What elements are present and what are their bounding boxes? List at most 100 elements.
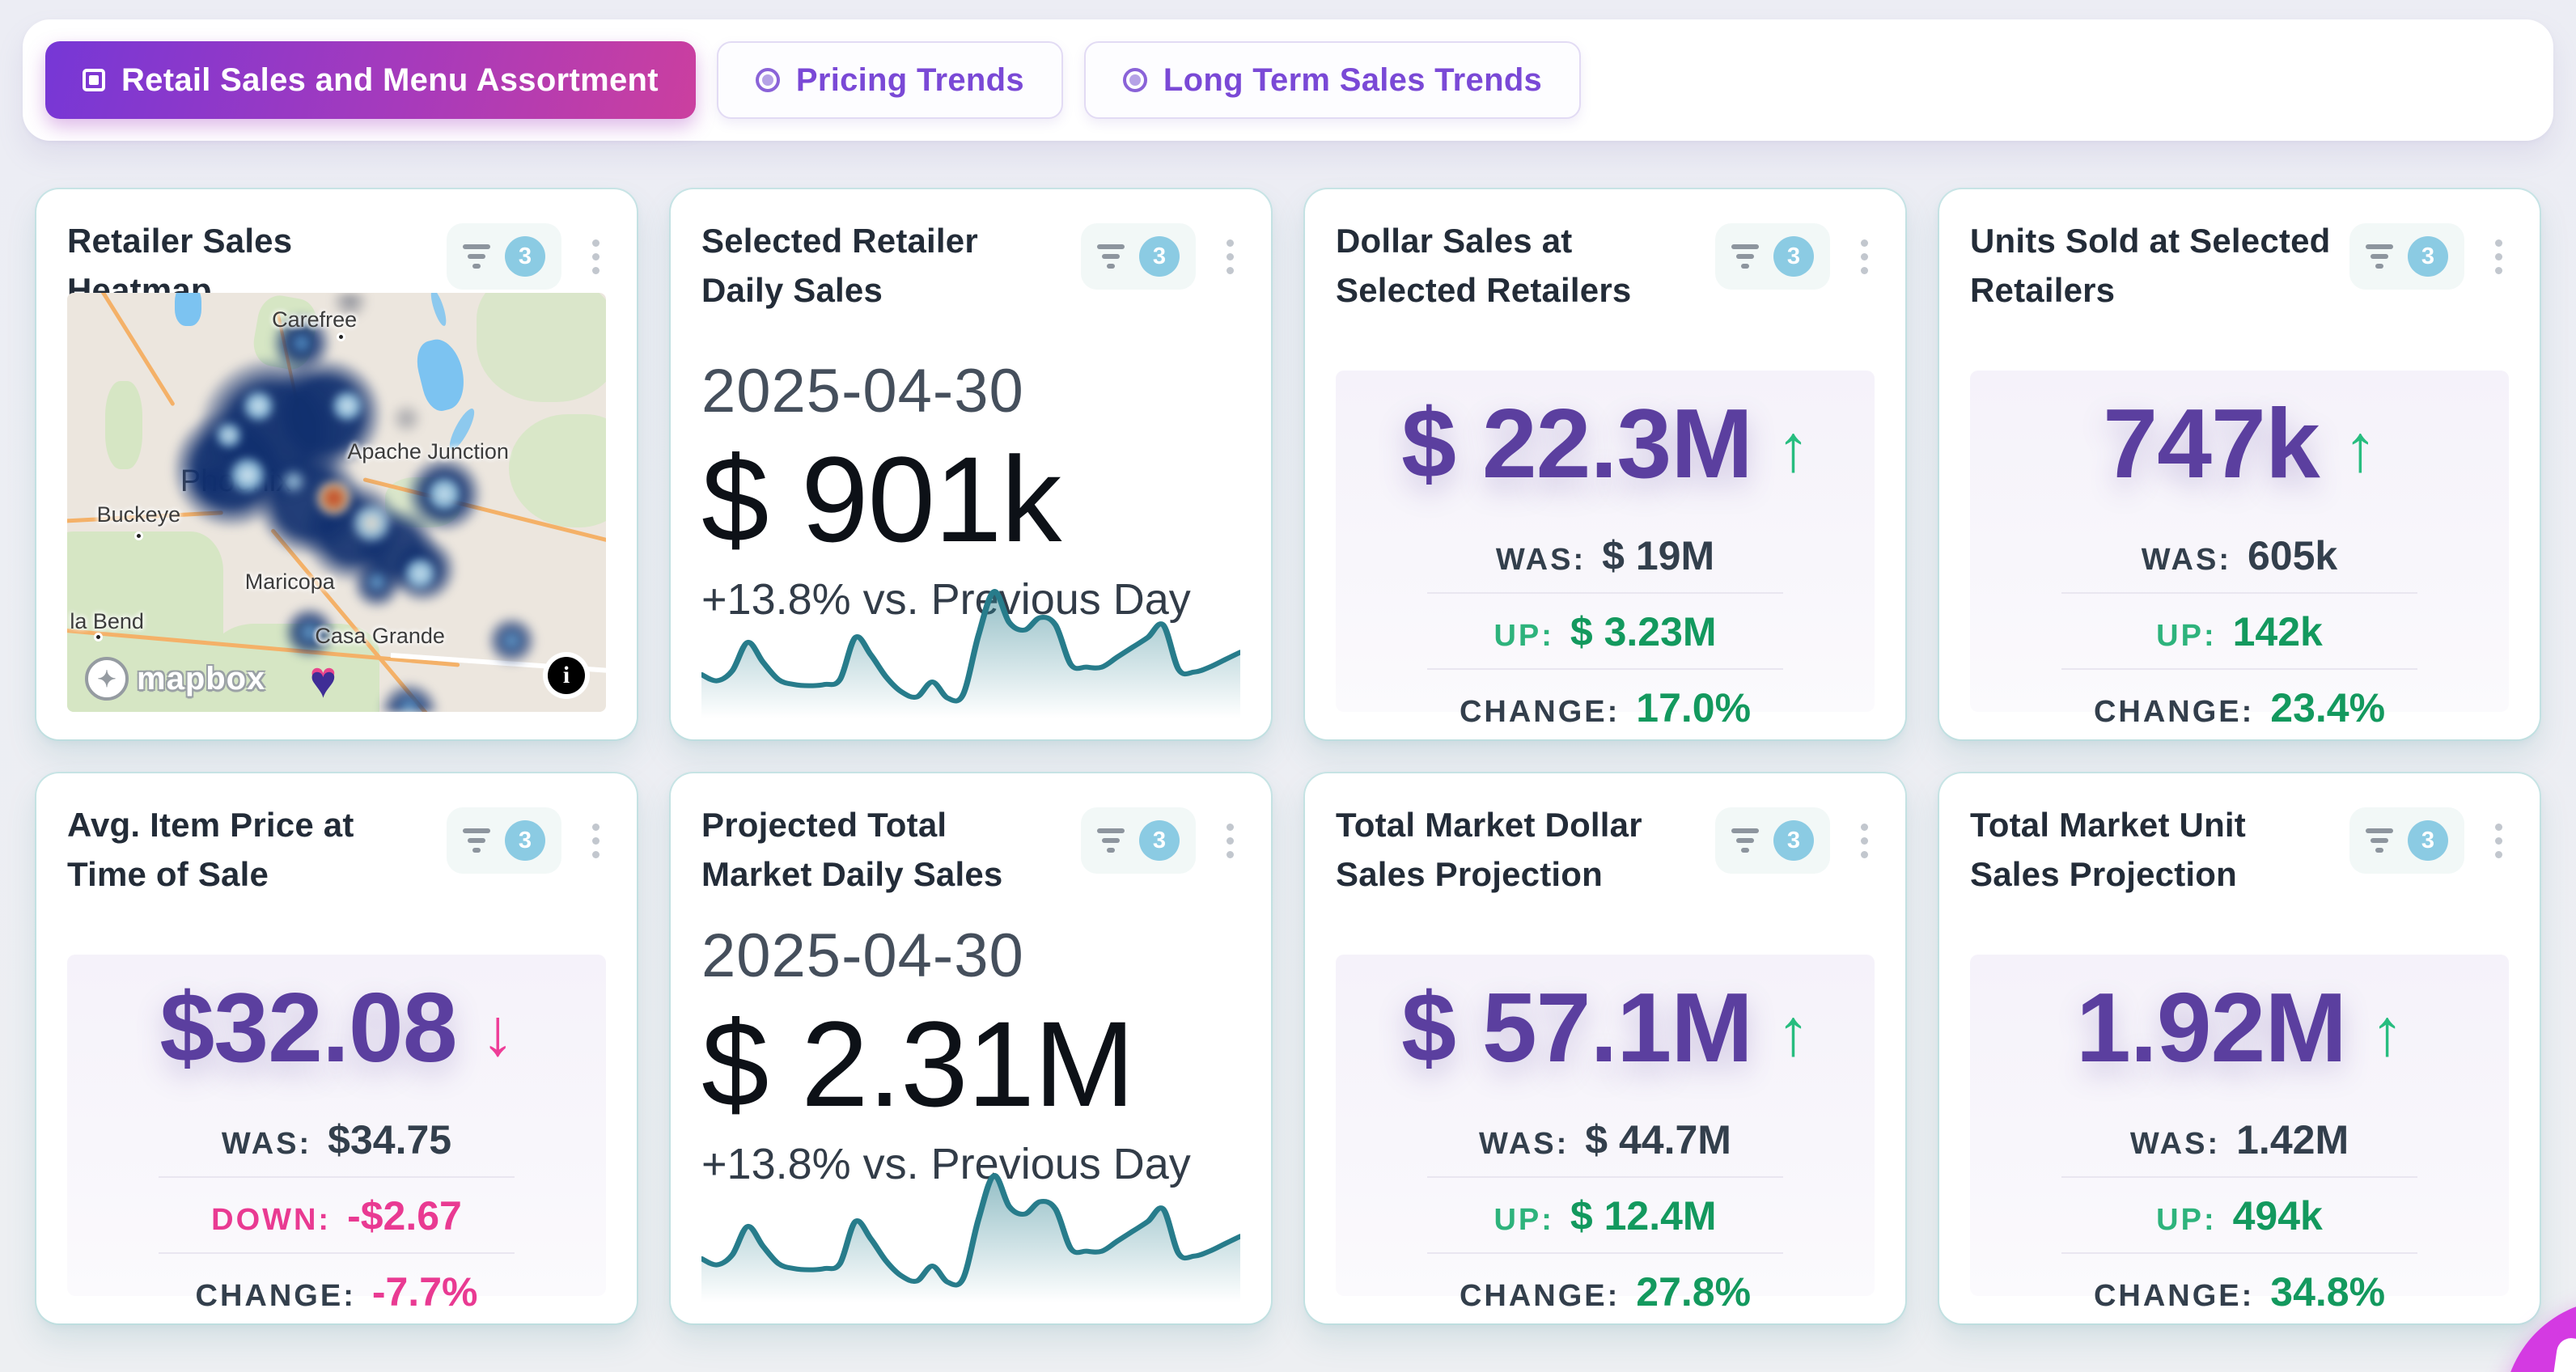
- filter-button[interactable]: 3: [1715, 223, 1830, 290]
- stat-value: $ 3.23M: [1570, 608, 1717, 655]
- map-label-gila-bend: la Bend: [70, 609, 144, 634]
- filter-count-badge: 3: [2408, 236, 2448, 277]
- stat-row-up: UP: $ 12.4M: [1427, 1178, 1783, 1254]
- map-water-area: [412, 335, 471, 414]
- stat-value: -$2.67: [347, 1192, 462, 1239]
- map-label-maricopa: Maricopa: [245, 570, 335, 595]
- kpi-panel: $ 57.1M ↑ WAS: $ 44.7M UP: $ 12.4M CHANG…: [1336, 955, 1875, 1296]
- card-actions: 3: [2349, 807, 2509, 874]
- map-label-buckeye: Buckeye: [97, 502, 181, 527]
- stat-label: DOWN:: [211, 1203, 331, 1238]
- kpi-number: $ 22.3M: [1401, 387, 1752, 500]
- kpi-value: $ 57.1M ↑: [1401, 971, 1809, 1084]
- card-title: Units Sold at Selected Retailers: [1970, 217, 2333, 315]
- map-water-area: [428, 293, 449, 327]
- filter-button[interactable]: 3: [447, 807, 561, 874]
- card-actions: 3: [447, 807, 606, 874]
- filter-button[interactable]: 3: [2349, 807, 2464, 874]
- stat-value: -7.7%: [372, 1268, 478, 1315]
- stat-label: CHANGE:: [2094, 695, 2254, 730]
- card-projected-total-market-daily-sales: Projected Total Market Daily Sales 3 202…: [671, 773, 1271, 1323]
- tab-label: Long Term Sales Trends: [1163, 62, 1542, 99]
- map-terrain-patch: [105, 381, 143, 469]
- map-label-carefree: Carefree: [272, 307, 357, 332]
- card-menu-button[interactable]: [586, 819, 606, 863]
- stat-label: CHANGE:: [2094, 1279, 2254, 1314]
- card-retailer-sales-heatmap: Retailer Sales Heatmap 3: [36, 189, 637, 739]
- filter-button[interactable]: 3: [447, 223, 561, 290]
- stat-value: 1.42M: [2236, 1116, 2349, 1163]
- stat-value: $ 12.4M: [1570, 1192, 1717, 1239]
- kpi-number: $ 57.1M: [1401, 971, 1752, 1084]
- card-total-market-unit-sales-projection: Total Market Unit Sales Projection 3 1.9…: [1939, 773, 2540, 1323]
- card-menu-button[interactable]: [2489, 235, 2509, 279]
- filter-button[interactable]: 3: [1081, 807, 1196, 874]
- filter-icon: [1731, 828, 1759, 853]
- stat-row-change: CHANGE: 23.4%: [2061, 670, 2417, 744]
- filter-count-badge: 3: [1139, 820, 1180, 861]
- projected-sales-sparkline: [701, 1161, 1240, 1302]
- filter-button[interactable]: 3: [2349, 223, 2464, 290]
- selected-tab-icon: [83, 69, 105, 91]
- map-label-phoenix: Phoenix: [180, 464, 291, 499]
- card-actions: 3: [1081, 223, 1240, 290]
- stat-row-down: DOWN: -$2.67: [159, 1178, 515, 1254]
- stat-value: 494k: [2233, 1192, 2323, 1239]
- filter-count-badge: 3: [2408, 820, 2448, 861]
- stat-value: $34.75: [328, 1116, 451, 1163]
- card-title: Total Market Unit Sales Projection: [1970, 801, 2333, 900]
- card-total-market-dollar-sales-projection: Total Market Dollar Sales Projection 3 $…: [1305, 773, 1905, 1323]
- card-title: Selected Retailer Daily Sales: [701, 217, 1065, 315]
- radio-icon: [756, 68, 780, 92]
- card-selected-retailer-daily-sales: Selected Retailer Daily Sales 3 2025-04-…: [671, 189, 1271, 739]
- stat-label: UP:: [1493, 619, 1553, 654]
- stat-row-change: CHANGE: 34.8%: [2061, 1254, 2417, 1328]
- map-terrain-patch: [250, 293, 320, 373]
- kpi-panel: $32.08 ↓ WAS: $34.75 DOWN: -$2.67 CHANGE…: [67, 955, 606, 1296]
- stat-label: CHANGE:: [1460, 695, 1620, 730]
- map-attribution-info-button[interactable]: i: [543, 652, 590, 699]
- kpi-stats: WAS: $34.75 DOWN: -$2.67 CHANGE: -7.7%: [159, 1102, 515, 1328]
- stat-label: WAS:: [1496, 543, 1586, 578]
- info-icon: i: [548, 657, 585, 694]
- trend-content: 2025-04-30 $ 2.31M +13.8% vs. Previous D…: [701, 921, 1240, 1189]
- filter-button[interactable]: 3: [1715, 807, 1830, 874]
- kpi-panel: 747k ↑ WAS: 605k UP: 142k CHANGE: 23.4%: [1970, 371, 2509, 712]
- card-menu-button[interactable]: [586, 235, 606, 279]
- metric-value: $ 901k: [701, 433, 1240, 566]
- kpi-number: $32.08: [159, 971, 456, 1084]
- kpi-value: $32.08 ↓: [159, 971, 513, 1084]
- stat-row-up: UP: 494k: [2061, 1178, 2417, 1254]
- mapbox-wordmark: mapbox: [137, 661, 265, 697]
- kpi-value: 747k ↑: [2103, 387, 2375, 500]
- tab-retail-sales-and-menu-assortment[interactable]: Retail Sales and Menu Assortment: [45, 41, 696, 119]
- stat-value: $ 44.7M: [1585, 1116, 1731, 1163]
- tab-long-term-sales-trends[interactable]: Long Term Sales Trends: [1084, 41, 1581, 119]
- card-actions: 3: [1081, 807, 1240, 874]
- stat-label: CHANGE:: [1460, 1279, 1620, 1314]
- tab-pricing-trends[interactable]: Pricing Trends: [717, 41, 1063, 119]
- map-town-dot: [337, 332, 345, 341]
- stat-label: WAS:: [222, 1127, 311, 1162]
- map-terrain-patch: [477, 293, 606, 402]
- map-water-area: [175, 293, 201, 326]
- card-menu-button[interactable]: [2489, 819, 2509, 863]
- stat-row-was: WAS: $ 19M: [1427, 518, 1783, 594]
- mapbox-logo[interactable]: ✦ mapbox: [85, 657, 265, 701]
- card-header: Total Market Unit Sales Projection 3: [1970, 801, 2509, 900]
- card-menu-button[interactable]: [1854, 819, 1875, 863]
- filter-button[interactable]: 3: [1081, 223, 1196, 290]
- card-header: Units Sold at Selected Retailers 3: [1970, 217, 2509, 315]
- heatmap-map[interactable]: Phoenix Carefree Apache Junction Buckeye…: [67, 293, 606, 712]
- kpi-stats: WAS: 605k UP: 142k CHANGE: 23.4%: [2061, 518, 2417, 744]
- stat-row-was: WAS: 1.42M: [2061, 1102, 2417, 1178]
- card-menu-button[interactable]: [1854, 235, 1875, 279]
- card-actions: 3: [2349, 223, 2509, 290]
- stat-row-change: CHANGE: 17.0%: [1427, 670, 1783, 744]
- stat-value: 17.0%: [1636, 684, 1751, 731]
- filter-icon: [463, 244, 490, 269]
- card-menu-button[interactable]: [1220, 819, 1240, 863]
- card-header: Avg. Item Price at Time of Sale 3: [67, 801, 606, 900]
- card-menu-button[interactable]: [1220, 235, 1240, 279]
- filter-count-badge: 3: [505, 236, 545, 277]
